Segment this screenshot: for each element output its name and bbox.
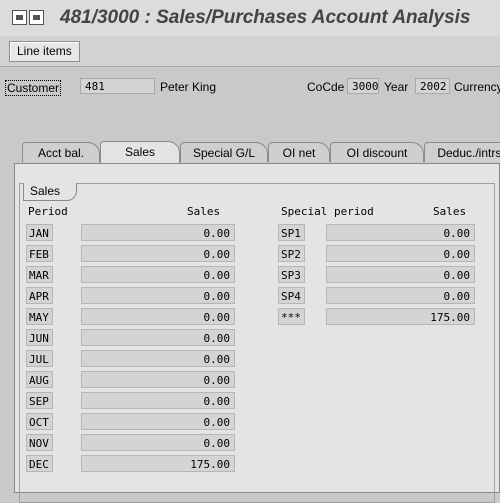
period-cell: JAN (26, 224, 53, 241)
period-cell: OCT (26, 413, 53, 430)
window-list-icon[interactable] (29, 10, 44, 25)
special-sales-value-cell[interactable]: 0.00 (326, 287, 475, 304)
title-bar: 481/3000 : Sales/Purchases Account Analy… (0, 0, 500, 37)
special-sales-value-cell[interactable]: 175.00 (326, 308, 475, 325)
period-cell: SEP (26, 392, 53, 409)
sales-value-cell[interactable]: 0.00 (81, 308, 235, 325)
special-period-cell: *** (278, 308, 305, 325)
sales-value-cell[interactable]: 175.00 (81, 455, 235, 472)
special-sales-value-cell[interactable]: 0.00 (326, 266, 475, 283)
sales-value-cell[interactable]: 0.00 (81, 413, 235, 430)
title-icons (12, 10, 44, 25)
tab-oi-net[interactable]: OI net (268, 142, 330, 162)
sales-value-cell[interactable]: 0.00 (81, 266, 235, 283)
tab-oi-discount[interactable]: OI discount (330, 142, 424, 162)
period-cell: APR (26, 287, 53, 304)
system-menu-icon[interactable] (12, 10, 27, 25)
currency-label: Currency (454, 80, 500, 94)
special-period-header: Special period (281, 205, 374, 218)
application-toolbar: Line items (0, 36, 500, 67)
special-period-cell: SP1 (278, 224, 305, 241)
period-cell: JUL (26, 350, 53, 367)
tab-acct-bal[interactable]: Acct bal. (22, 142, 100, 162)
sales-value-cell[interactable]: 0.00 (81, 287, 235, 304)
sales-value-cell[interactable]: 0.00 (81, 329, 235, 346)
sales-value-cell[interactable]: 0.00 (81, 434, 235, 451)
year-label: Year (384, 80, 409, 94)
period-header: Period (28, 205, 68, 218)
customer-field[interactable]: 481 (80, 78, 155, 94)
year-field[interactable]: 2002 (415, 78, 450, 94)
special-sales-value-cell[interactable]: 0.00 (326, 245, 475, 262)
period-cell: DEC (26, 455, 53, 472)
tab-special-gl[interactable]: Special G/L (180, 142, 268, 162)
line-items-button[interactable]: Line items (9, 41, 80, 62)
period-cell: JUN (26, 329, 53, 346)
tab-sales[interactable]: Sales (100, 141, 180, 163)
sales-group-title: Sales (23, 183, 78, 201)
sales-value-cell[interactable]: 0.00 (81, 392, 235, 409)
period-cell: NOV (26, 434, 53, 451)
sales-value-cell[interactable]: 0.00 (81, 224, 235, 241)
cocode-field[interactable]: 3000 (347, 78, 379, 94)
sales-header: Sales (187, 205, 221, 218)
special-period-cell: SP2 (278, 245, 305, 262)
period-cell: MAR (26, 266, 53, 283)
window-title: 481/3000 : Sales/Purchases Account Analy… (60, 7, 471, 28)
special-period-cell: SP3 (278, 266, 305, 283)
special-sales-value-cell[interactable]: 0.00 (326, 224, 475, 241)
cocode-label: CoCde (307, 80, 345, 94)
period-cell: AUG (26, 371, 53, 388)
period-cell: FEB (26, 245, 53, 262)
sales-value-cell[interactable]: 0.00 (81, 245, 235, 262)
special-period-cell: SP4 (278, 287, 305, 304)
customer-label: Customer (5, 80, 62, 96)
sales-tab-panel: Sales Period Sales Special period Sales … (14, 163, 500, 503)
period-cell: MAY (26, 308, 53, 325)
customer-name: Peter King (160, 80, 217, 94)
tab-strip: Acct bal. Sales Special G/L OI net OI di… (20, 141, 500, 163)
sales-value-cell[interactable]: 0.00 (81, 371, 235, 388)
sales-group: Sales Period Sales Special period Sales … (19, 183, 495, 503)
tab-deduc-intrst[interactable]: Deduc./intrst (424, 142, 500, 162)
sales-value-cell[interactable]: 0.00 (81, 350, 235, 367)
special-sales-header: Sales (433, 205, 467, 218)
